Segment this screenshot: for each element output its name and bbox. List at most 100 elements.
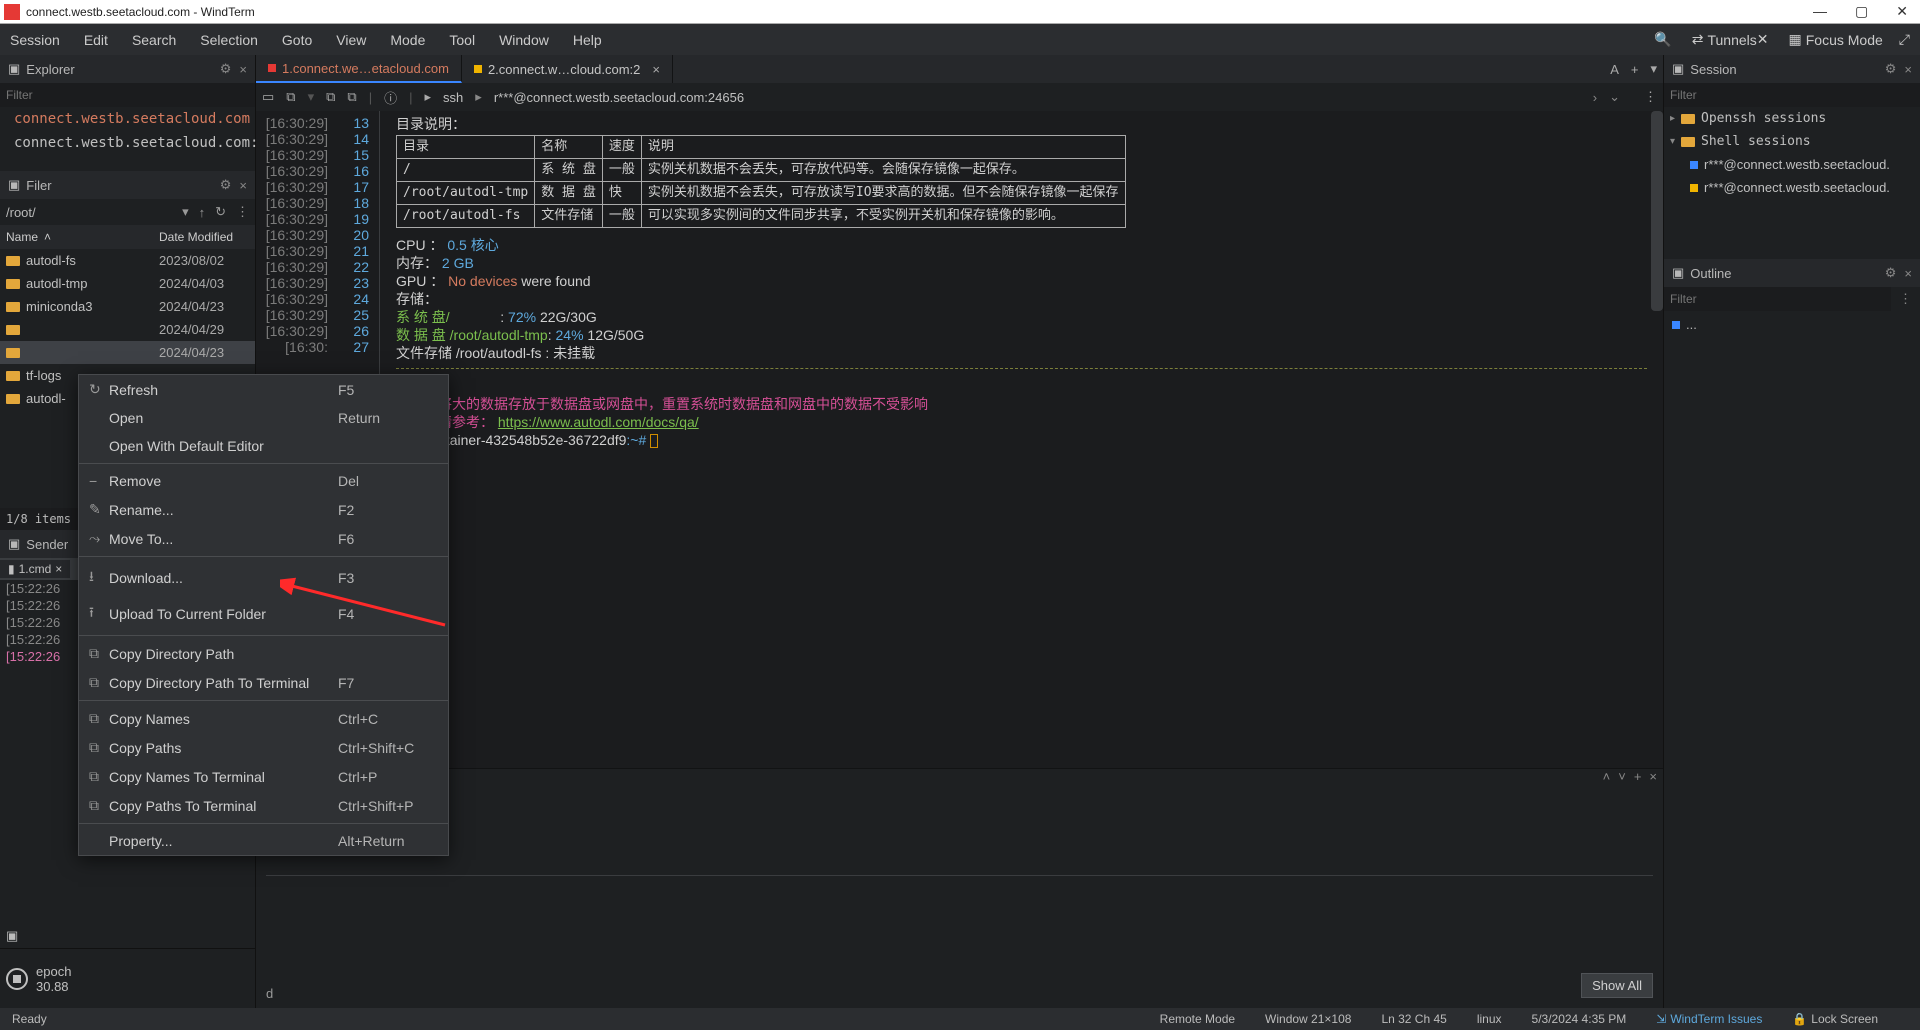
filer-path[interactable]: /root/ xyxy=(6,205,172,220)
session-item[interactable]: r***@connect.westb.seetacloud. xyxy=(1664,176,1920,199)
minimize-icon[interactable]: — xyxy=(1813,3,1827,20)
add-icon[interactable]: + xyxy=(1634,769,1642,784)
ctx-move-to[interactable]: ⤳Move To...F6 xyxy=(79,524,448,553)
session-item[interactable]: r***@connect.westb.seetacloud. xyxy=(1664,153,1920,176)
term-line: 系统盘请参考： https://www.autodl.com/docs/qa/ xyxy=(396,413,1647,431)
ctx-copy-names-to-terminal[interactable]: ⧉Copy Names To TerminalCtrl+P xyxy=(79,762,448,791)
ctx-copy-paths-to-terminal[interactable]: ⧉Copy Paths To TerminalCtrl+Shift+P xyxy=(79,791,448,820)
scrollbar[interactable] xyxy=(1651,111,1663,311)
home-icon[interactable]: ▭ xyxy=(262,89,274,105)
chevron-down-icon[interactable]: ˅ xyxy=(1618,769,1626,784)
chevron-right-icon[interactable]: › xyxy=(1593,90,1597,105)
close-icon[interactable]: ✕ xyxy=(1896,3,1908,20)
editor-tab[interactable]: 1.connect.we…etacloud.com xyxy=(256,55,462,83)
gear-icon[interactable]: ⚙ xyxy=(220,177,232,193)
gear-icon[interactable]: ⚙ xyxy=(1885,265,1897,281)
tab-close-icon[interactable]: × xyxy=(652,62,660,77)
file-row[interactable]: 2024/04/23 xyxy=(0,341,255,364)
menu-edit[interactable]: Edit xyxy=(84,32,108,48)
tab-close-icon[interactable]: × xyxy=(55,562,62,576)
more-icon[interactable]: ⋮ xyxy=(1644,89,1657,105)
close-icon[interactable]: × xyxy=(1649,769,1657,784)
explorer-item[interactable]: connect.westb.seetacloud.com xyxy=(0,107,255,131)
file-row[interactable]: miniconda32024/04/23 xyxy=(0,295,255,318)
outline-item[interactable]: ... xyxy=(1672,317,1912,332)
col-name[interactable]: Name xyxy=(6,230,38,244)
chevron-down-icon[interactable]: ⌄ xyxy=(1609,89,1620,105)
menu-view[interactable]: View xyxy=(336,32,366,48)
bullet-icon xyxy=(474,65,482,73)
explorer-filter[interactable] xyxy=(0,83,255,107)
menu-window[interactable]: Window xyxy=(499,32,549,48)
focus-mode-button[interactable]: ▦Focus Mode xyxy=(1789,31,1883,48)
sort-icon[interactable]: ˄ xyxy=(44,230,51,244)
connection-toolbar: ▭ ⧉ ▾ ⧉ ⧉ | ⓘ | ▸ ssh ▸ r***@connect.wes… xyxy=(256,83,1663,111)
tabs-dropdown-icon[interactable]: ▾ xyxy=(1650,61,1657,77)
menu-selection[interactable]: Selection xyxy=(200,32,258,48)
status-issues[interactable]: ⇲WindTerm Issues xyxy=(1656,1012,1762,1026)
maximize-icon[interactable]: ▢ xyxy=(1855,3,1868,20)
mid-column: 1.connect.we…etacloud.com 2.connect.w…cl… xyxy=(256,55,1663,1008)
gear-icon[interactable]: ⚙ xyxy=(1885,61,1897,77)
editor-tab[interactable]: 2.connect.w…cloud.com:2 × xyxy=(462,55,673,83)
font-size-icon[interactable]: A xyxy=(1610,62,1619,77)
terminal-icon[interactable]: ▣ xyxy=(6,928,18,944)
sender-tab[interactable]: ▮ 1.cmd × xyxy=(0,560,70,578)
split-icon[interactable]: ⧉ xyxy=(326,89,335,105)
ctx-copy-directory-path-to-terminal[interactable]: ⧉Copy Directory Path To TerminalF7 xyxy=(79,668,448,697)
search-icon[interactable]: 🔍 xyxy=(1654,31,1671,48)
chevron-up-icon[interactable]: ˄ xyxy=(1603,769,1611,784)
menu-session[interactable]: Session xyxy=(10,32,60,48)
terminal-body[interactable]: 目录说明： 目录名称速度说明 /系 统 盘一般实例关机数据不会丢失，可存放代码等… xyxy=(380,111,1663,768)
panel-close-icon[interactable]: × xyxy=(239,62,247,77)
status-lock[interactable]: 🔒Lock Screen xyxy=(1792,1012,1878,1026)
session-filter[interactable] xyxy=(1664,83,1920,107)
menu-tool[interactable]: Tool xyxy=(449,32,475,48)
more-icon[interactable]: ⋮ xyxy=(1891,291,1920,307)
ctx-open[interactable]: OpenReturn xyxy=(79,404,448,432)
file-row[interactable]: autodl-tmp2024/04/03 xyxy=(0,272,255,295)
stop-button[interactable] xyxy=(6,968,28,990)
session-group[interactable]: ▾ Shell sessions xyxy=(1664,130,1920,153)
right-column: ▣ Session ⚙ × ▸ Openssh sessions ▾ Shell… xyxy=(1663,55,1920,1008)
menu-search[interactable]: Search xyxy=(132,32,176,48)
mid-bottom-controls: ˄ ˅ + × xyxy=(1603,769,1657,784)
ctx-rename[interactable]: ✎Rename...F2 xyxy=(79,495,448,524)
ctx-copy-names[interactable]: ⧉Copy NamesCtrl+C xyxy=(79,704,448,733)
session-group[interactable]: ▸ Openssh sessions xyxy=(1664,107,1920,130)
more-icon[interactable]: ⋮ xyxy=(236,204,249,220)
outline-filter[interactable] xyxy=(1664,287,1891,311)
ctx-refresh[interactable]: ↻RefreshF5 xyxy=(79,375,448,404)
copy-icon[interactable]: ⧉ xyxy=(286,89,295,105)
path-up-icon[interactable]: ↑ xyxy=(199,205,206,220)
ctx-copy-directory-path[interactable]: ⧉Copy Directory Path xyxy=(79,639,448,668)
ctx-copy-paths[interactable]: ⧉Copy PathsCtrl+Shift+C xyxy=(79,733,448,762)
new-tab-icon[interactable]: + xyxy=(1631,62,1639,77)
ctx-open-with-default-editor[interactable]: Open With Default Editor xyxy=(79,432,448,460)
refresh-icon[interactable]: ↻ xyxy=(215,204,226,220)
ctx-download[interactable]: ⭳Download...F3 xyxy=(79,560,448,596)
x-icon[interactable]: ✕ xyxy=(1757,31,1769,48)
split2-icon[interactable]: ⧉ xyxy=(347,89,356,105)
file-row[interactable]: 2024/04/29 xyxy=(0,318,255,341)
show-all-button[interactable]: Show All xyxy=(1581,973,1653,998)
info-icon[interactable]: ⓘ xyxy=(384,88,397,107)
ctx-upload-to-current-folder[interactable]: ⭱Upload To Current FolderF4 xyxy=(79,596,448,632)
panel-close-icon[interactable]: × xyxy=(1904,62,1912,77)
panel-close-icon[interactable]: × xyxy=(1904,266,1912,281)
gear-icon[interactable]: ⚙ xyxy=(220,61,232,77)
ctx-property[interactable]: Property...Alt+Return xyxy=(79,827,448,855)
tunnels-button[interactable]: ⇄Tunnels xyxy=(1692,31,1757,48)
panel-close-icon[interactable]: × xyxy=(239,178,247,193)
menu-goto[interactable]: Goto xyxy=(282,32,312,48)
expand-icon[interactable]: ⤢ xyxy=(1899,31,1910,48)
explorer-item[interactable]: connect.westb.seetacloud.com:2 xyxy=(0,131,255,155)
terminal[interactable]: [16:30:29][16:30:29] [16:30:29][16:30:29… xyxy=(256,111,1663,768)
ctx-remove[interactable]: −RemoveDel xyxy=(79,467,448,495)
menu-help[interactable]: Help xyxy=(573,32,602,48)
path-dropdown-icon[interactable]: ▾ xyxy=(182,204,189,220)
col-date[interactable]: Date Modified xyxy=(159,230,249,244)
play-icon[interactable]: ▸ xyxy=(425,89,432,105)
menu-mode[interactable]: Mode xyxy=(390,32,425,48)
file-row[interactable]: autodl-fs2023/08/02 xyxy=(0,249,255,272)
